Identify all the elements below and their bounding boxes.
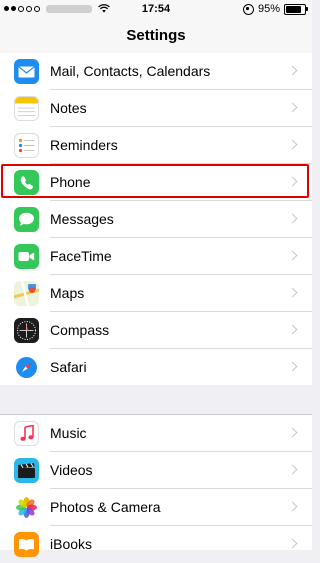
settings-item-safari[interactable]: Safari: [0, 349, 312, 386]
settings-item-messages[interactable]: Messages: [0, 201, 312, 238]
settings-item-facetime[interactable]: FaceTime: [0, 238, 312, 275]
reminders-icon: [14, 133, 39, 158]
settings-item-label: Phone: [50, 174, 91, 190]
settings-group-apps: Mail, Contacts, Calendars Notes Reminder…: [0, 53, 312, 385]
settings-item-compass[interactable]: Compass: [0, 312, 312, 349]
settings-item-ibooks[interactable]: iBooks: [0, 526, 312, 563]
settings-item-label: Maps: [50, 285, 85, 301]
settings-item-reminders[interactable]: Reminders: [0, 127, 312, 164]
chevron-right-icon: [287, 361, 298, 372]
rotation-lock-icon: [242, 3, 254, 15]
battery-percentage: 95%: [257, 3, 280, 15]
settings-item-notes[interactable]: Notes: [0, 90, 312, 127]
settings-item-photos-camera[interactable]: Photos & Camera: [0, 489, 312, 526]
settings-item-label: Photos & Camera: [50, 499, 161, 515]
phone-icon: [14, 170, 39, 195]
battery-icon: [284, 3, 308, 15]
settings-item-label: Safari: [50, 359, 87, 375]
maps-icon: [14, 281, 39, 306]
facetime-icon: [14, 244, 39, 269]
chevron-right-icon: [287, 65, 298, 76]
settings-item-label: Videos: [50, 462, 93, 478]
chevron-right-icon: [287, 102, 298, 113]
settings-item-label: iBooks: [50, 536, 93, 552]
chevron-right-icon: [287, 287, 298, 298]
chevron-right-icon: [287, 213, 298, 224]
page-title: Settings: [126, 27, 186, 44]
chevron-right-icon: [287, 324, 298, 335]
settings-item-mail[interactable]: Mail, Contacts, Calendars: [0, 53, 312, 90]
chevron-right-icon: [287, 538, 298, 549]
settings-item-label: Mail, Contacts, Calendars: [50, 63, 211, 79]
safari-icon: [14, 355, 39, 380]
compass-icon: [14, 318, 39, 343]
messages-icon: [14, 207, 39, 232]
settings-item-videos[interactable]: Videos: [0, 452, 312, 489]
photos-icon: [14, 495, 39, 520]
chevron-right-icon: [287, 464, 298, 475]
settings-item-label: Music: [50, 425, 87, 441]
settings-item-label: Notes: [50, 100, 87, 116]
settings-item-maps[interactable]: Maps: [0, 275, 312, 312]
ibooks-icon: [14, 532, 39, 557]
settings-item-label: Messages: [50, 211, 114, 227]
chevron-right-icon: [287, 139, 298, 150]
status-bar: 17:54 95%: [0, 0, 312, 20]
navigation-bar: Settings: [0, 20, 312, 54]
settings-item-label: Reminders: [50, 137, 118, 153]
settings-item-phone[interactable]: Phone: [0, 164, 312, 201]
battery-fill: [286, 5, 302, 13]
music-icon: [14, 421, 39, 446]
settings-item-music[interactable]: Music: [0, 415, 312, 452]
videos-icon: [14, 458, 39, 483]
chevron-right-icon: [287, 250, 298, 261]
settings-item-label: Compass: [50, 322, 110, 338]
settings-item-label: FaceTime: [50, 248, 112, 264]
settings-group-media: Music Videos Photos & Camera iBooks: [0, 414, 312, 557]
chevron-right-icon: [287, 176, 298, 187]
chevron-right-icon: [287, 501, 298, 512]
chevron-right-icon: [287, 427, 298, 438]
notes-icon: [14, 96, 39, 121]
mail-icon: [14, 59, 39, 84]
